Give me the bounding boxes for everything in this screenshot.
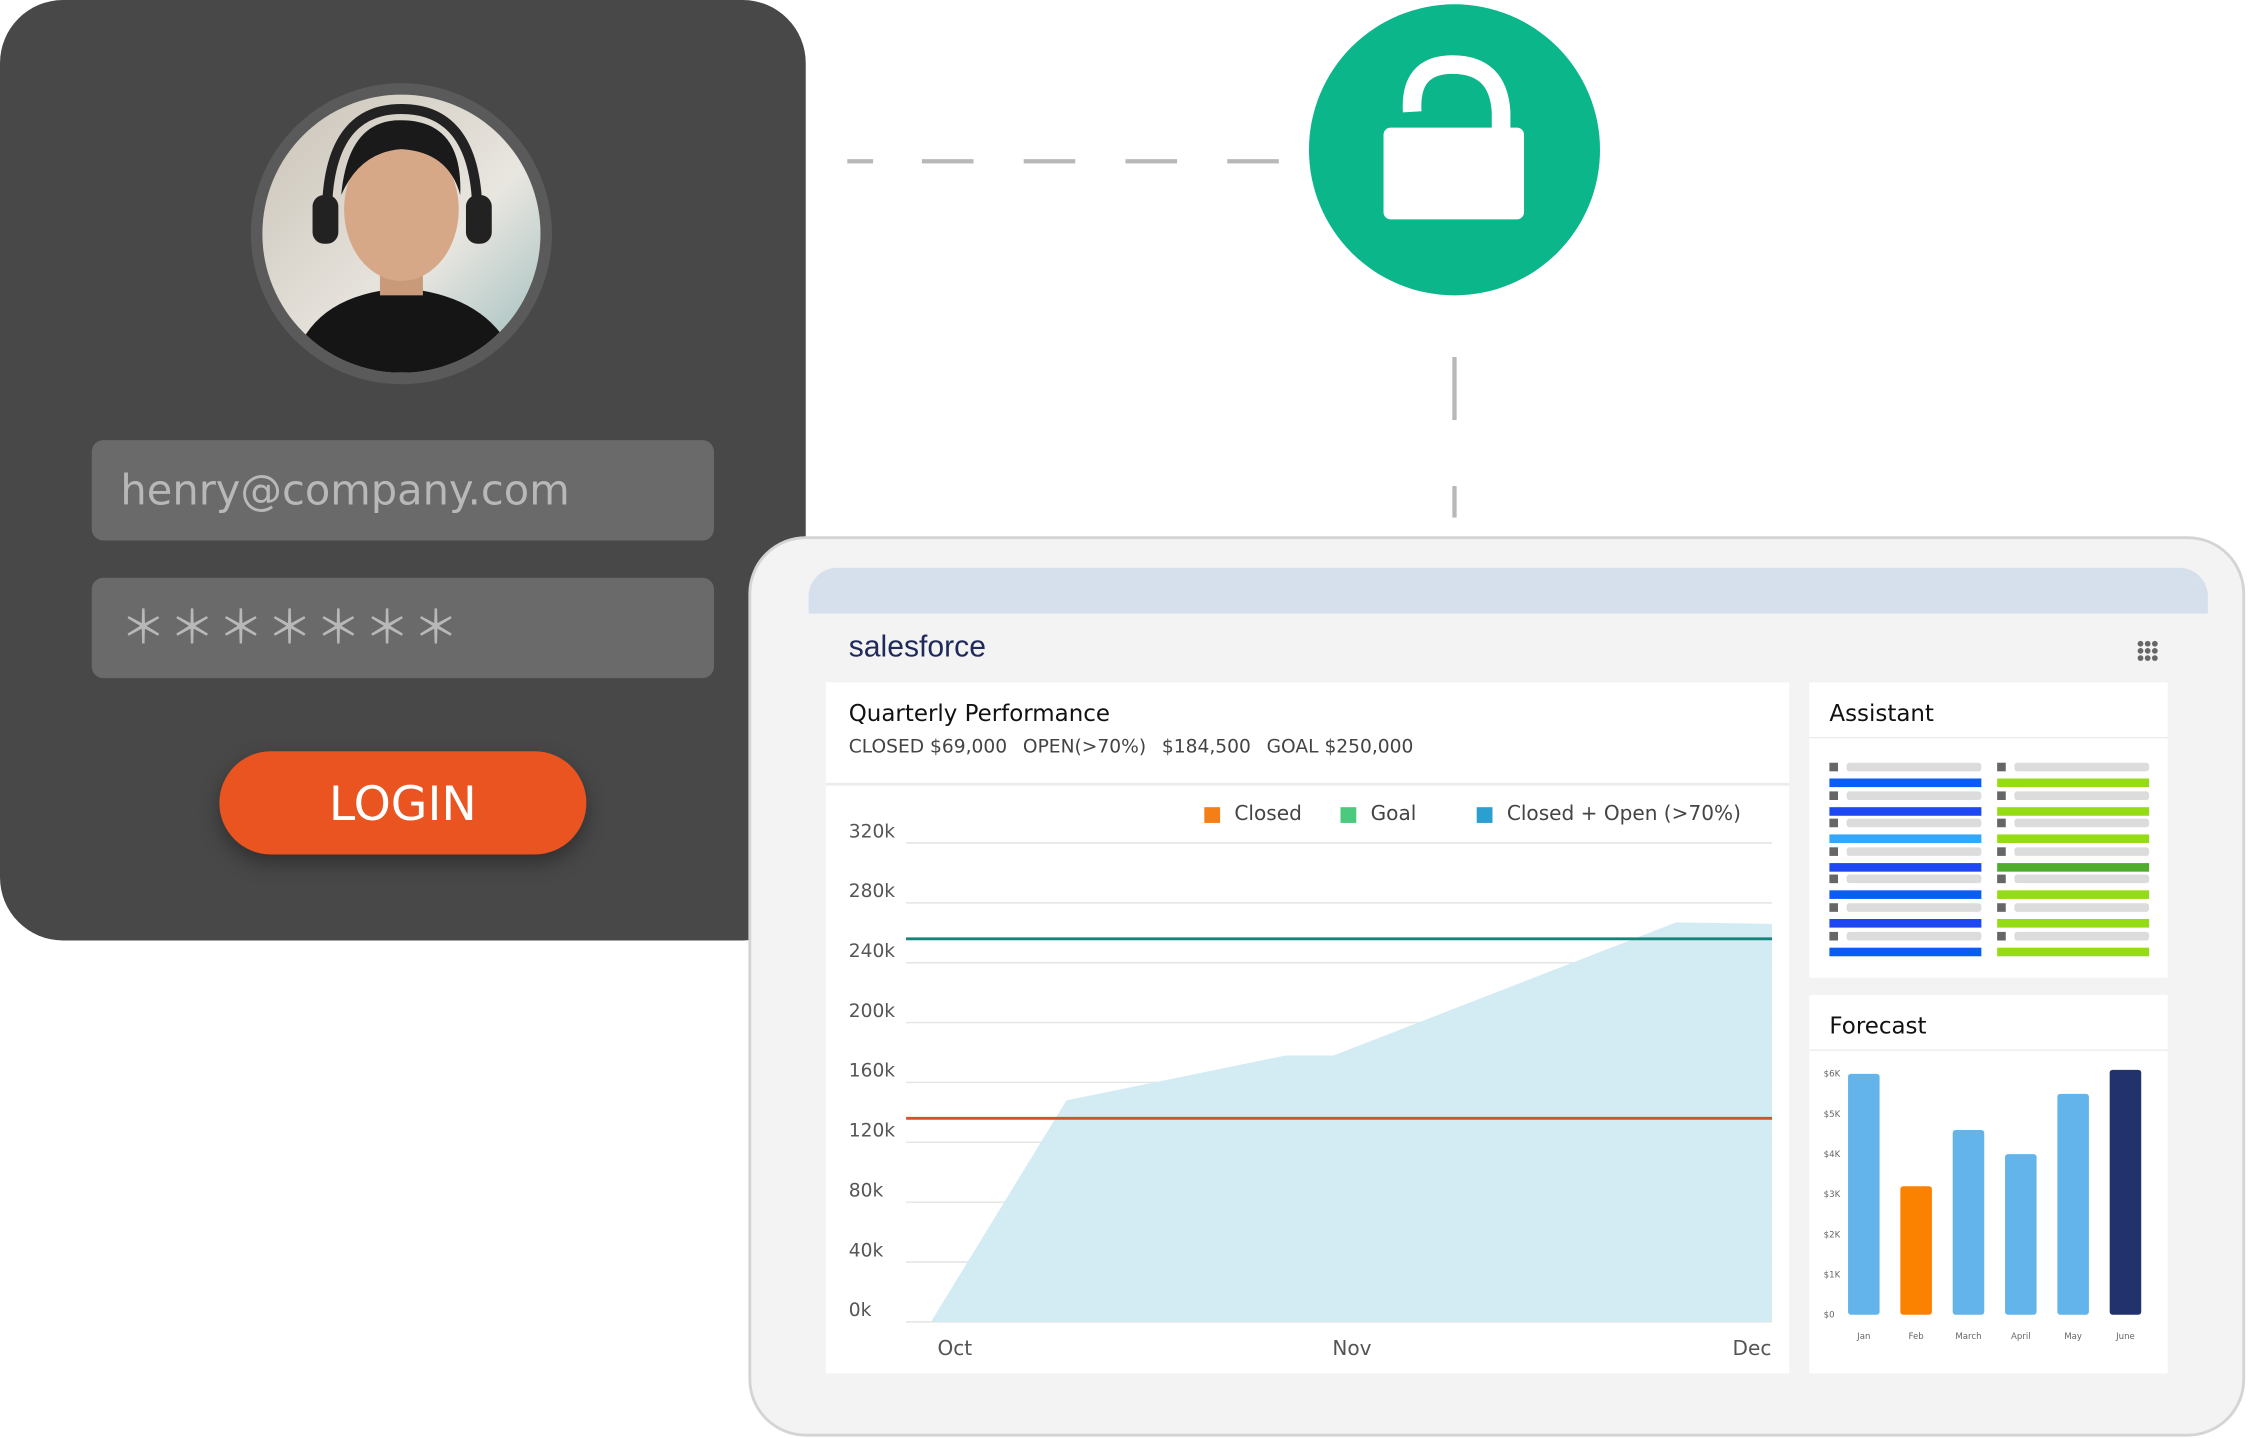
progress-bar bbox=[1997, 862, 2150, 872]
progress-bar bbox=[1997, 890, 2150, 900]
y-tick-label: $6K bbox=[1824, 1070, 1841, 1080]
progress-bar bbox=[1997, 806, 2150, 816]
bullet-icon bbox=[1829, 790, 1839, 800]
y-tick-label: 280k bbox=[849, 881, 896, 902]
placeholder-text bbox=[1846, 903, 1982, 912]
bar-feb bbox=[1900, 1186, 1932, 1315]
x-tick-label: Oct bbox=[937, 1336, 972, 1360]
progress-bar bbox=[1829, 947, 1982, 956]
user-photo bbox=[291, 103, 521, 373]
y-tick-label: 160k bbox=[849, 1061, 896, 1082]
x-tick-label: Feb bbox=[1909, 1332, 1924, 1342]
quarterly-performance-panel: Quarterly Performance CLOSED $69,000 OPEN… bbox=[825, 682, 1790, 1374]
placeholder-text bbox=[1846, 790, 1982, 800]
panel-title: Assistant bbox=[1829, 699, 1934, 727]
progress-bar bbox=[1997, 834, 2150, 844]
connector-dash bbox=[1452, 356, 1457, 421]
y-tick-label: 80k bbox=[849, 1180, 884, 1201]
placeholder-text bbox=[2014, 762, 2150, 772]
y-tick-label: 120k bbox=[849, 1121, 896, 1142]
placeholder-text bbox=[1846, 875, 1982, 884]
placeholder-text bbox=[1846, 818, 1982, 828]
forecast-panel: Forecast $0 $1K $2K $3K $4K $5K $6K Jan Feb March… bbox=[1809, 994, 2168, 1374]
bullet-icon bbox=[1829, 847, 1839, 856]
bullet-icon bbox=[1997, 818, 2006, 828]
placeholder-text bbox=[1846, 762, 1982, 772]
bullet-icon bbox=[1997, 875, 2006, 884]
unlocked-padlock-icon bbox=[1308, 4, 1601, 296]
bullet-icon bbox=[1997, 762, 2006, 772]
login-button[interactable]: LOGIN bbox=[219, 751, 587, 855]
x-tick-label: April bbox=[2011, 1332, 2031, 1342]
area-closed-open bbox=[930, 922, 1772, 1322]
y-tick-label: 200k bbox=[849, 1001, 896, 1022]
y-tick-label: 40k bbox=[849, 1240, 884, 1261]
bullet-icon bbox=[1997, 790, 2006, 800]
progress-bar bbox=[1829, 862, 1982, 872]
connector-dash bbox=[847, 159, 874, 164]
salesforce-logo: salesforce bbox=[848, 630, 986, 664]
progress-bar bbox=[1829, 806, 1982, 816]
forecast-bar-chart: $0 $1K $2K $3K $4K $5K $6K Jan Feb March April May J… bbox=[1824, 1069, 2142, 1342]
y-tick-label: $1K bbox=[1824, 1270, 1841, 1280]
bar-jan bbox=[1848, 1073, 1880, 1315]
progress-bar bbox=[1829, 834, 1982, 844]
login-card: henry@company.com ＊＊＊＊＊＊＊ LOGIN bbox=[0, 0, 806, 941]
y-tick-label: $5K bbox=[1824, 1110, 1841, 1120]
bar-april bbox=[2005, 1154, 2037, 1315]
bullet-icon bbox=[1997, 931, 2006, 940]
placeholder-text bbox=[2014, 875, 2150, 884]
placeholder-text bbox=[2014, 931, 2150, 940]
bar-march bbox=[1952, 1130, 1985, 1315]
connector-dash bbox=[1452, 486, 1457, 518]
bullet-icon bbox=[1829, 818, 1839, 828]
x-tick-label: Jan bbox=[1856, 1332, 1870, 1342]
placeholder-text bbox=[1846, 931, 1982, 940]
bullet-icon bbox=[1997, 903, 2006, 912]
divider bbox=[1809, 736, 2168, 739]
bullet-icon bbox=[1997, 847, 2006, 856]
connector-dash bbox=[1023, 159, 1076, 164]
bar-june bbox=[2109, 1069, 2142, 1315]
connector-dash bbox=[1125, 159, 1178, 164]
bar-may bbox=[2057, 1093, 2089, 1315]
progress-bar bbox=[1829, 919, 1982, 928]
progress-bar bbox=[1829, 890, 1982, 900]
bullet-icon bbox=[1829, 762, 1839, 772]
y-tick-label: 240k bbox=[849, 941, 896, 962]
progress-bar bbox=[1997, 947, 2150, 956]
x-tick-label: June bbox=[2115, 1332, 2135, 1342]
bullet-icon bbox=[1829, 931, 1839, 940]
placeholder-text bbox=[2014, 790, 2150, 800]
y-tick-label: $0 bbox=[1824, 1311, 1835, 1321]
connector-dash bbox=[1227, 159, 1279, 164]
bullet-icon bbox=[1829, 903, 1839, 912]
y-tick-label: 0k bbox=[849, 1300, 872, 1321]
placeholder-text bbox=[2014, 847, 2150, 856]
placeholder-text bbox=[2014, 818, 2150, 828]
assistant-panel: Assistant bbox=[1809, 682, 2168, 978]
email-field[interactable]: henry@company.com bbox=[91, 440, 714, 541]
y-tick-label: $2K bbox=[1824, 1230, 1841, 1240]
x-tick-label: March bbox=[1955, 1332, 1981, 1342]
avatar bbox=[250, 83, 552, 385]
connector-dash bbox=[921, 159, 974, 164]
y-tick-label: $3K bbox=[1824, 1190, 1841, 1200]
progress-bar bbox=[1829, 778, 1982, 788]
progress-bar bbox=[1997, 778, 2150, 788]
x-tick-label: Dec bbox=[1733, 1336, 1772, 1360]
browser-bar bbox=[808, 567, 2208, 614]
placeholder-text bbox=[2014, 903, 2150, 912]
quarterly-area-chart: 0k 40k 80k 120k 160k 200k 240k 280k 320k Oct Nov De… bbox=[849, 821, 1773, 1360]
placeholder-text bbox=[1846, 847, 1982, 856]
y-tick-label: 320k bbox=[849, 821, 896, 842]
app-grid-icon[interactable] bbox=[2136, 639, 2159, 662]
progress-bar bbox=[1997, 919, 2150, 928]
password-field[interactable]: ＊＊＊＊＊＊＊ bbox=[91, 577, 714, 679]
x-tick-label: May bbox=[2064, 1332, 2082, 1342]
bullet-icon bbox=[1829, 875, 1839, 884]
y-tick-label: $4K bbox=[1824, 1150, 1841, 1160]
salesforce-dashboard: salesforce Quarterly Performance CLOSED … bbox=[748, 536, 2246, 1437]
x-tick-label: Nov bbox=[1332, 1336, 1371, 1360]
